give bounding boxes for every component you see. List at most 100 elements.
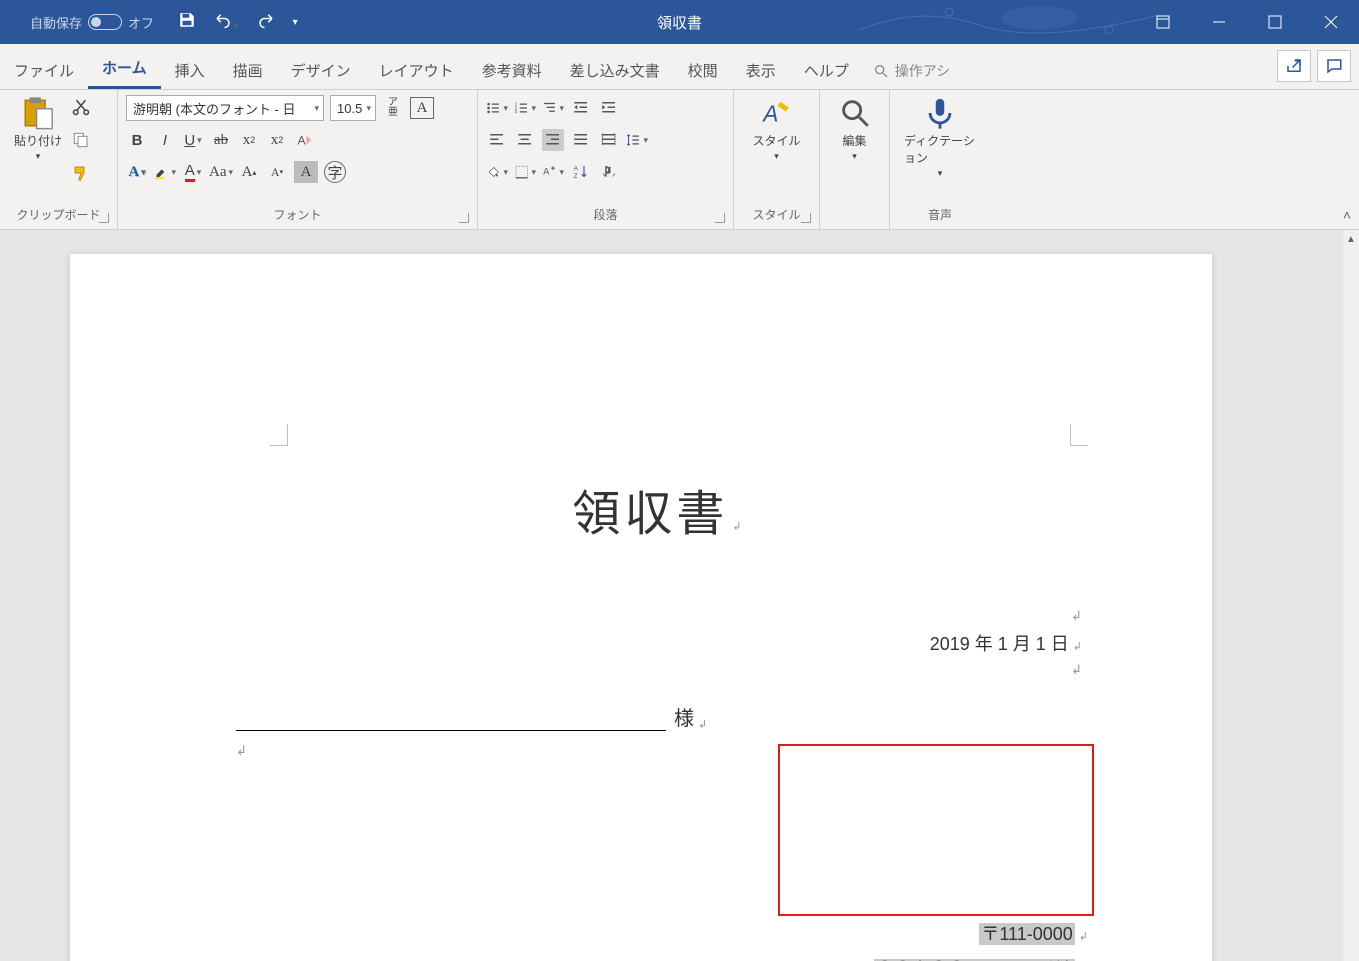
recipient-name-line[interactable]	[236, 707, 666, 731]
collapse-ribbon-button[interactable]: ˄	[1343, 207, 1351, 223]
doc-date-text[interactable]: 2019 年 1 月 1 日↲	[236, 630, 1082, 656]
increase-indent-button[interactable]	[598, 97, 620, 119]
character-shading-button[interactable]: A	[294, 161, 318, 183]
change-case-button[interactable]: Aa	[210, 161, 232, 183]
qat-customize-icon[interactable]: ▾	[293, 17, 298, 28]
line-spacing-button[interactable]	[626, 129, 648, 151]
align-left-button[interactable]	[486, 129, 508, 151]
tab-layout[interactable]: レイアウト	[365, 50, 468, 89]
tab-insert[interactable]: 挿入	[161, 50, 219, 89]
doc-heading[interactable]: 領収書↲	[236, 474, 1082, 544]
format-painter-icon[interactable]	[72, 164, 90, 187]
align-center-button[interactable]	[514, 129, 536, 151]
font-color-button[interactable]: A	[182, 161, 204, 183]
grow-font-button[interactable]: A▴	[238, 161, 260, 183]
paste-button[interactable]: 貼り付け ▾	[8, 94, 68, 164]
comments-button[interactable]	[1317, 50, 1351, 82]
group-editing: 編集▾	[820, 90, 890, 229]
undo-icon[interactable]	[214, 11, 239, 34]
minimize-button[interactable]	[1191, 0, 1247, 44]
tab-help[interactable]: ヘルプ	[790, 50, 863, 89]
maximize-button[interactable]	[1247, 0, 1303, 44]
shading-button[interactable]	[486, 161, 508, 183]
group-styles: A スタイル▾ スタイル	[734, 90, 820, 229]
show-marks-button[interactable]	[598, 161, 620, 183]
paragraph-group-label: 段落	[593, 208, 617, 222]
recipient-row[interactable]: 様↲	[236, 702, 1082, 731]
sender-postal[interactable]: 〒111-0000	[979, 923, 1074, 945]
tab-design[interactable]: デザイン	[277, 50, 365, 89]
share-button[interactable]	[1277, 50, 1311, 82]
vertical-scrollbar[interactable]: ▲	[1343, 230, 1359, 961]
scroll-up-icon[interactable]: ▲	[1343, 230, 1359, 248]
quick-access-toolbar: ▾	[178, 11, 298, 34]
font-size-select[interactable]: 10.5▾	[330, 95, 376, 121]
styles-icon: A	[759, 96, 793, 130]
close-button[interactable]	[1303, 0, 1359, 44]
editing-label: 編集	[842, 132, 866, 149]
dictation-button[interactable]: ディクテーション▾	[898, 94, 982, 181]
tab-references[interactable]: 参考資料	[468, 50, 556, 89]
multilevel-list-button[interactable]	[542, 97, 564, 119]
bullets-button[interactable]	[486, 97, 508, 119]
enclose-characters-button[interactable]: 字	[324, 161, 346, 183]
tab-draw[interactable]: 描画	[219, 50, 277, 89]
clipboard-dialog-launcher[interactable]	[99, 213, 109, 223]
align-right-button[interactable]	[542, 129, 564, 151]
tab-mailings[interactable]: 差し込み文書	[556, 50, 674, 89]
sort-button[interactable]: AZ	[570, 161, 592, 183]
borders-button[interactable]	[514, 161, 536, 183]
redo-icon[interactable]	[257, 11, 275, 34]
voice-group-label: 音声	[928, 208, 952, 222]
font-group-label: フォント	[273, 208, 321, 222]
phonetic-guide-button[interactable]: ア亜	[382, 97, 404, 119]
font-dialog-launcher[interactable]	[459, 213, 469, 223]
strikethrough-button[interactable]: ab	[210, 129, 232, 151]
ribbon-display-button[interactable]	[1135, 0, 1191, 44]
page[interactable]: 領収書↲ ↲ 2019 年 1 月 1 日↲ ↲ 様↲ ↲ 〒111-0000↲…	[70, 254, 1212, 961]
paste-icon	[21, 96, 55, 130]
numbering-button[interactable]: 123	[514, 97, 536, 119]
tab-file[interactable]: ファイル	[0, 50, 88, 89]
tab-review[interactable]: 校閲	[674, 50, 732, 89]
highlight-button[interactable]	[154, 161, 176, 183]
italic-button[interactable]: I	[154, 129, 176, 151]
toggle-pill-icon	[88, 14, 122, 30]
asian-layout-button[interactable]: A	[542, 161, 564, 183]
tell-me-search[interactable]: 操作アシ	[873, 61, 950, 89]
character-border-button[interactable]: A	[410, 97, 434, 119]
text-effects-button[interactable]: A	[126, 161, 148, 183]
decrease-indent-button[interactable]	[570, 97, 592, 119]
document-content[interactable]: 領収書↲ ↲ 2019 年 1 月 1 日↲ ↲ 様↲ ↲ 〒111-0000↲…	[236, 454, 1082, 759]
sender-block[interactable]: 〒111-0000↲ 〇〇市〇〇1 丁目 2 番地↲ 株式会社オフィス・ハック↲…	[768, 916, 1088, 961]
tab-view[interactable]: 表示	[732, 50, 790, 89]
shrink-font-button[interactable]: A▾	[266, 161, 288, 183]
styles-dialog-launcher[interactable]	[801, 213, 811, 223]
doc-blank2[interactable]: ↲	[236, 743, 1082, 759]
paste-label: 貼り付け	[14, 132, 62, 149]
cut-icon[interactable]	[72, 98, 90, 121]
save-icon[interactable]	[178, 11, 196, 34]
paragraph-dialog-launcher[interactable]	[715, 213, 725, 223]
underline-button[interactable]: U	[182, 129, 204, 151]
autosave-state: オフ	[128, 13, 154, 32]
font-name-select[interactable]: 游明朝 (本文のフォント - 日▾	[126, 95, 324, 121]
distribute-button[interactable]	[598, 129, 620, 151]
svg-text:A: A	[574, 166, 579, 173]
styles-button[interactable]: A スタイル▾	[746, 94, 806, 164]
superscript-button[interactable]: x2	[266, 129, 288, 151]
copy-icon[interactable]	[72, 131, 90, 154]
document-title: 領収書	[657, 12, 702, 33]
autosave-toggle[interactable]: 自動保存 オフ	[30, 13, 154, 32]
recipient-suffix[interactable]: 様	[674, 702, 694, 731]
doc-date[interactable]: ↲	[236, 608, 1082, 624]
justify-button[interactable]	[570, 129, 592, 151]
clear-formatting-button[interactable]: A	[294, 129, 316, 151]
doc-blank1[interactable]: ↲	[236, 662, 1082, 678]
bold-button[interactable]: B	[126, 129, 148, 151]
document-area[interactable]: 領収書↲ ↲ 2019 年 1 月 1 日↲ ↲ 様↲ ↲ 〒111-0000↲…	[0, 230, 1343, 961]
tab-home[interactable]: ホーム	[88, 47, 161, 89]
group-voice: ディクテーション▾ 音声	[890, 90, 990, 229]
subscript-button[interactable]: x2	[238, 129, 260, 151]
editing-button[interactable]: 編集▾	[832, 94, 878, 164]
